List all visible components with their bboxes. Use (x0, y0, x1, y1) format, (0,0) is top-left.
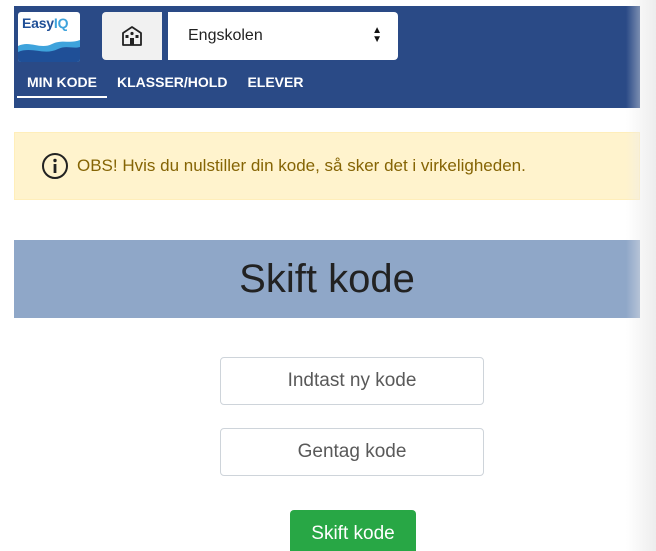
page-title: Skift kode (14, 240, 640, 318)
nav-item-klasser-hold[interactable]: KLASSER/HOLD (107, 72, 237, 96)
repeat-code-input[interactable] (220, 428, 484, 476)
nav-item-min-kode[interactable]: MIN KODE (17, 72, 107, 98)
top-header: EasyIQ Engskolen ▲ ▼ MIN KODE KLASSER/HOL… (14, 6, 640, 108)
school-select-value: Engskolen (188, 27, 263, 44)
page: EasyIQ Engskolen ▲ ▼ MIN KODE KLASSER/HOL… (0, 0, 656, 551)
warning-alert: OBS! Hvis du nulstiller din kode, så ske… (14, 132, 640, 200)
change-code-button[interactable]: Skift kode (290, 510, 416, 551)
school-select[interactable]: Engskolen ▲ ▼ (168, 12, 398, 60)
select-arrows-icon: ▲ ▼ (372, 25, 382, 45)
info-circle-icon (42, 153, 68, 179)
logo-wave-icon (18, 40, 80, 62)
school-button[interactable] (102, 12, 162, 60)
new-code-input[interactable] (220, 357, 484, 405)
main-nav: MIN KODE KLASSER/HOLD ELEVER (14, 72, 313, 98)
nav-item-elever[interactable]: ELEVER (237, 72, 313, 96)
logo-text: EasyIQ (22, 15, 69, 31)
alert-text: OBS! Hvis du nulstiller din kode, så ske… (77, 156, 526, 175)
easyiq-logo[interactable]: EasyIQ (18, 12, 80, 62)
school-icon (122, 26, 142, 46)
